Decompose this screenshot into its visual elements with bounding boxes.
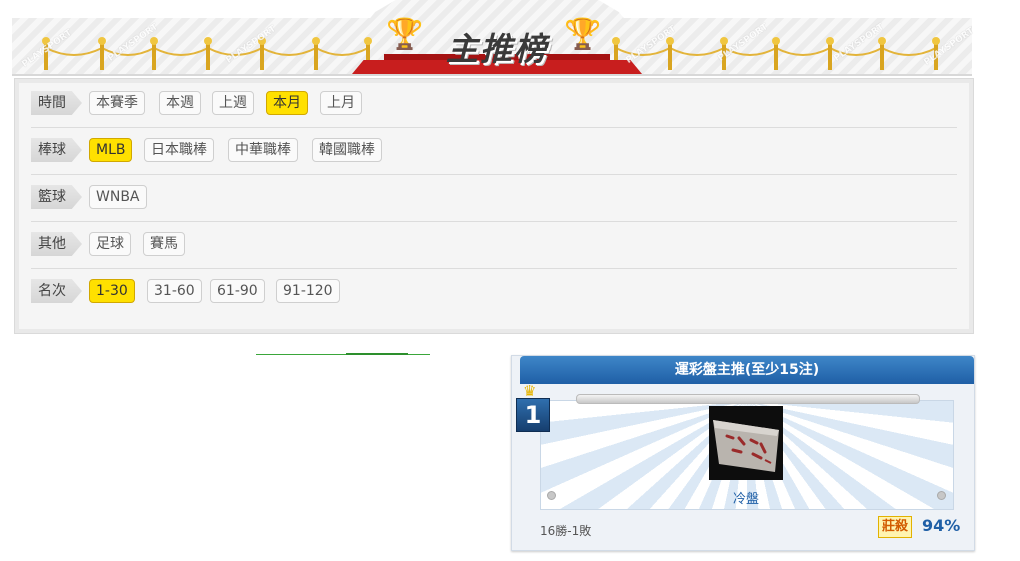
filter-label: 棒球 (31, 138, 82, 162)
rope-post-cap (878, 37, 886, 45)
rope-post-cap (612, 37, 620, 45)
rope-post (314, 42, 318, 70)
filter-option[interactable]: 賽馬 (143, 232, 185, 256)
filter-option[interactable]: WNBA (89, 185, 147, 209)
divider-line-accent (346, 353, 408, 355)
rope-post (880, 42, 884, 70)
player-record: 16勝-1敗 (540, 524, 592, 538)
ranking-card-title: 運彩盤主推(至少15注) (520, 356, 974, 384)
rope-post (828, 42, 832, 70)
filter-row-rank: 名次 1-30 31-60 61-90 91-120 (31, 269, 957, 315)
header-banner: 🏆 🏆 主推榜 PLAYSPORT PLAYSPORT PLAYSPORT PL… (12, 0, 976, 76)
rope-post (152, 42, 156, 70)
filter-label: 籃球 (31, 185, 82, 209)
player-name[interactable]: 冷盤 (540, 488, 952, 507)
rope-post-cap (204, 37, 212, 45)
rope-post-cap (364, 37, 372, 45)
filter-label: 其他 (31, 232, 82, 256)
filter-option[interactable]: 上週 (212, 91, 254, 115)
filter-label: 時間 (31, 91, 82, 115)
filter-row-basketball: 籃球 WNBA (31, 175, 957, 222)
filter-option[interactable]: 本週 (159, 91, 201, 115)
avatar-image (709, 406, 783, 480)
filter-option-selected[interactable]: 本月 (266, 91, 308, 115)
player-avatar[interactable] (709, 406, 783, 480)
filter-row-baseball: 棒球 MLB 日本職棒 中華職棒 韓國職棒 (31, 128, 957, 175)
page-title: 主推榜 (446, 30, 549, 68)
filter-option-selected[interactable]: MLB (89, 138, 133, 162)
filter-option[interactable]: 61-90 (210, 279, 265, 303)
rope-post (774, 42, 778, 70)
filter-option[interactable]: 韓國職棒 (312, 138, 382, 162)
rank-badge: 1 (516, 398, 550, 432)
rope-post (668, 42, 672, 70)
rope-post-cap (312, 37, 320, 45)
trophy-icon: 🏆 (564, 17, 602, 52)
rope-post-cap (150, 37, 158, 45)
rope-post (206, 42, 210, 70)
rope-post (100, 42, 104, 70)
filter-panel: 時間 本賽季 本週 上週 本月 上月 棒球 MLB 日本職棒 中華職棒 韓國職棒… (14, 78, 974, 334)
filter-option[interactable]: 中華職棒 (228, 138, 298, 162)
filter-option[interactable]: 足球 (89, 232, 131, 256)
rope-post-cap (772, 37, 780, 45)
filter-row-time: 時間 本賽季 本週 上週 本月 上月 (31, 81, 957, 128)
filter-option[interactable]: 31-60 (147, 279, 202, 303)
trophy-icon: 🏆 (386, 17, 424, 52)
filter-row-other: 其他 足球 賽馬 (31, 222, 957, 269)
filter-label: 名次 (31, 279, 82, 303)
showcase-rail (576, 394, 920, 404)
rope-post-cap (826, 37, 834, 45)
rope-post (260, 42, 264, 70)
filter-option[interactable]: 上月 (320, 91, 362, 115)
filter-option-selected[interactable]: 1-30 (89, 279, 135, 303)
rope-post-cap (720, 37, 728, 45)
filter-option[interactable]: 日本職棒 (144, 138, 214, 162)
filter-option[interactable]: 91-120 (276, 279, 340, 303)
filter-option[interactable]: 本賽季 (89, 91, 145, 115)
rope-post-cap (98, 37, 106, 45)
crown-icon: ♛ (523, 382, 537, 400)
rope-post-cap (932, 37, 940, 45)
win-rate: 94% (922, 516, 961, 535)
play-type-badge: 莊殺 (878, 516, 913, 538)
